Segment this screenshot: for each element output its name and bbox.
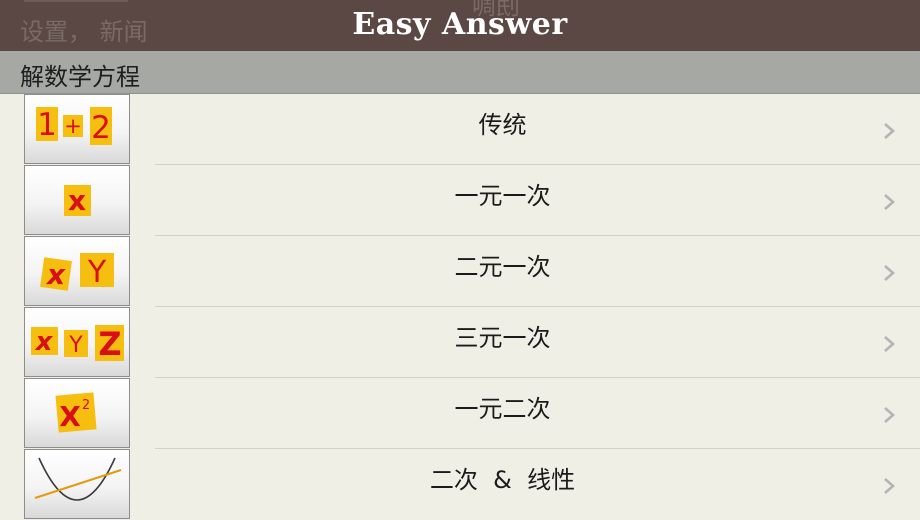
list-item-linear-one-var[interactable]: x 一元一次 xyxy=(0,165,920,236)
icon-plus-sign: + xyxy=(64,114,82,138)
navigation-bar: 设置， 新闻 啁刡 Easy Answer xyxy=(0,0,920,51)
icon-letter-x: x xyxy=(45,258,66,291)
icon-digit-one: 1 xyxy=(37,107,57,143)
row-label: 一元一次 xyxy=(454,182,551,210)
list-item-linear-two-var[interactable]: x Y 二元一次 xyxy=(0,236,920,307)
x-squared-icon: X 2 xyxy=(24,378,130,448)
chevron-right-icon xyxy=(884,478,895,494)
section-header: 解数学方程 xyxy=(0,51,920,94)
icon-letter-z: Z xyxy=(98,325,121,363)
icon-letter-y: Y xyxy=(68,333,83,358)
row-label: 二元一次 xyxy=(454,253,551,281)
section-title: 解数学方程 xyxy=(20,63,140,91)
x-y-icon: x Y xyxy=(24,236,130,306)
icon-digit-two: 2 xyxy=(91,110,111,146)
row-label: 三元一次 xyxy=(454,324,551,352)
one-plus-two-icon: 1 + 2 xyxy=(24,94,130,164)
list-item-linear-three-var[interactable]: x Y Z 三元一次 xyxy=(0,307,920,378)
list-item-quadratic-linear[interactable]: 二次 & 线性 xyxy=(0,449,920,520)
list-item-traditional[interactable]: 1 + 2 传统 xyxy=(0,94,920,165)
equation-type-list: 1 + 2 传统 x 一元一次 x Y 二元一次 x Y Z 三元一次 X 2 … xyxy=(0,94,920,520)
chevron-right-icon xyxy=(884,194,895,210)
icon-letter-y: Y xyxy=(87,255,107,290)
icon-letter-x: x xyxy=(34,327,54,357)
x-y-z-icon: x Y Z xyxy=(24,307,130,377)
chevron-right-icon xyxy=(884,123,895,139)
x-icon: x xyxy=(24,165,130,235)
chevron-right-icon xyxy=(884,407,895,423)
icon-letter-x: X xyxy=(59,400,81,433)
list-item-quadratic-one-var[interactable]: X 2 一元二次 xyxy=(0,378,920,449)
row-label: 一元二次 xyxy=(454,395,551,423)
icon-letter-x: x xyxy=(68,184,86,217)
icon-exponent-two: 2 xyxy=(82,398,90,413)
parabola-line-icon xyxy=(24,449,130,519)
app-title: Easy Answer xyxy=(352,7,568,42)
chevron-right-icon xyxy=(884,265,895,281)
row-label: 传统 xyxy=(478,111,527,139)
chevron-right-icon xyxy=(884,336,895,352)
row-label: 二次 & 线性 xyxy=(429,466,576,494)
